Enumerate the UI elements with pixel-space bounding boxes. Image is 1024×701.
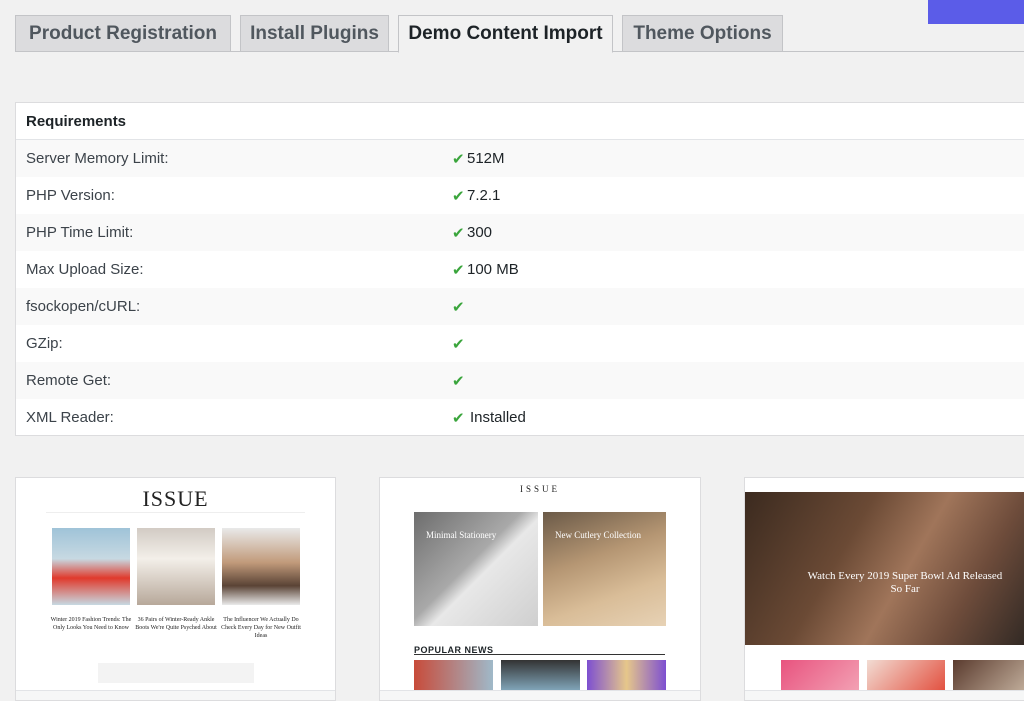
demo-thumbnail <box>414 660 493 694</box>
tab-install-plugins[interactable]: Install Plugins <box>240 15 389 52</box>
tab-bar: Product Registration Install Plugins Dem… <box>15 15 1024 53</box>
requirement-value: ✔ 100 MB <box>452 261 519 279</box>
requirements-list: Server Memory Limit: ✔ 512M PHP Version: … <box>16 140 1024 436</box>
requirement-row: PHP Version: ✔ 7.2.1 <box>16 177 1024 214</box>
demo-logo: ISSUE <box>142 486 209 511</box>
requirement-row: XML Reader: ✔ Installed <box>16 399 1024 436</box>
checkmark-icon: ✔ <box>452 335 465 353</box>
requirements-panel: Requirements Server Memory Limit: ✔ 512M … <box>15 102 1024 436</box>
checkmark-icon: ✔ <box>452 372 465 390</box>
tab-product-registration[interactable]: Product Registration <box>15 15 231 52</box>
demo-caption: Winter 2019 Fashion Trends: The Only Loo… <box>50 617 132 631</box>
requirement-value: ✔ <box>452 335 467 353</box>
tab-demo-content-import[interactable]: Demo Content Import <box>398 15 613 53</box>
demo-logo: ISSUE <box>519 484 560 494</box>
demo-card-title: New Cutlery Collection <box>555 530 641 540</box>
requirement-row: Max Upload Size: ✔ 100 MB <box>16 251 1024 288</box>
checkmark-icon: ✔ <box>452 150 465 168</box>
demo-thumbnail <box>501 660 580 694</box>
demo-hero-image: Watch Every 2019 Super Bowl Ad Released … <box>745 492 1024 645</box>
requirements-heading: Requirements <box>16 103 1024 140</box>
requirement-row: fsockopen/cURL: ✔ <box>16 288 1024 325</box>
tab-theme-options[interactable]: Theme Options <box>622 15 783 52</box>
requirement-value-text: 100 MB <box>467 261 519 278</box>
demo-list: ISSUE Winter 2019 Fashion Trends: The On… <box>0 477 1024 701</box>
requirement-value: ✔ 7.2.1 <box>452 187 500 205</box>
requirement-label: fsockopen/cURL: <box>26 298 141 315</box>
demo-hero-title: Watch Every 2019 Super Bowl Ad Released … <box>807 570 1003 595</box>
requirement-value: ✔ 512M <box>452 150 505 168</box>
checkmark-icon: ✔ <box>452 187 465 205</box>
requirement-value-text: 300 <box>467 224 493 241</box>
demo-thumbnail <box>867 660 945 694</box>
demo-card-2[interactable]: ISSUE Minimal Stationery New Cutlery Col… <box>379 477 701 701</box>
demo-newsletter-box <box>98 663 254 683</box>
requirement-label: PHP Version: <box>26 187 115 204</box>
demo-feature-card: New Cutlery Collection <box>543 512 666 626</box>
requirement-value: ✔ Installed <box>452 409 526 427</box>
requirement-value-text: 7.2.1 <box>467 187 501 204</box>
demo-thumbnail <box>222 528 300 605</box>
checkmark-icon: ✔ <box>452 261 465 279</box>
demo-caption: The Influencer We Actually Do Check Ever… <box>221 617 301 639</box>
checkmark-icon: ✔ <box>452 224 465 242</box>
checkmark-icon: ✔ <box>452 298 465 316</box>
requirement-label: GZip: <box>26 335 63 352</box>
checkmark-icon: ✔ <box>452 409 465 427</box>
demo-thumbnail <box>953 660 1024 694</box>
requirement-value: ✔ 300 <box>452 224 492 242</box>
requirement-value: ✔ <box>452 298 467 316</box>
demo-caption: 36 Pairs of Winter-Ready Ankle Boots We'… <box>135 617 217 631</box>
requirement-row: Server Memory Limit: ✔ 512M <box>16 140 1024 177</box>
demo-feature-card: Minimal Stationery <box>414 512 538 626</box>
demo-footer <box>16 690 335 700</box>
demo-nav <box>745 478 1024 492</box>
requirement-label: XML Reader: <box>26 409 114 426</box>
requirement-row: Remote Get: ✔ <box>16 362 1024 399</box>
requirement-value: ✔ <box>452 372 467 390</box>
demo-divider <box>414 654 665 655</box>
requirement-label: Server Memory Limit: <box>26 150 169 167</box>
demo-card-title: Minimal Stationery <box>426 530 497 540</box>
requirement-label: Max Upload Size: <box>26 261 144 278</box>
demo-footer <box>380 690 700 700</box>
demo-card-3[interactable]: Watch Every 2019 Super Bowl Ad Released … <box>744 477 1024 701</box>
demo-thumbnail <box>137 528 215 605</box>
requirement-value-text: Installed <box>470 409 526 426</box>
requirement-label: Remote Get: <box>26 372 112 389</box>
demo-thumbnail <box>781 660 859 694</box>
requirement-row: GZip: ✔ <box>16 325 1024 362</box>
requirement-row: PHP Time Limit: ✔ 300 <box>16 214 1024 251</box>
demo-card-1[interactable]: ISSUE Winter 2019 Fashion Trends: The On… <box>15 477 336 701</box>
demo-footer <box>745 690 1024 700</box>
requirement-label: PHP Time Limit: <box>26 224 134 241</box>
demo-nav <box>46 512 305 520</box>
demo-thumbnail <box>587 660 666 694</box>
demo-thumbnail <box>52 528 130 605</box>
requirement-value-text: 512M <box>467 150 505 167</box>
